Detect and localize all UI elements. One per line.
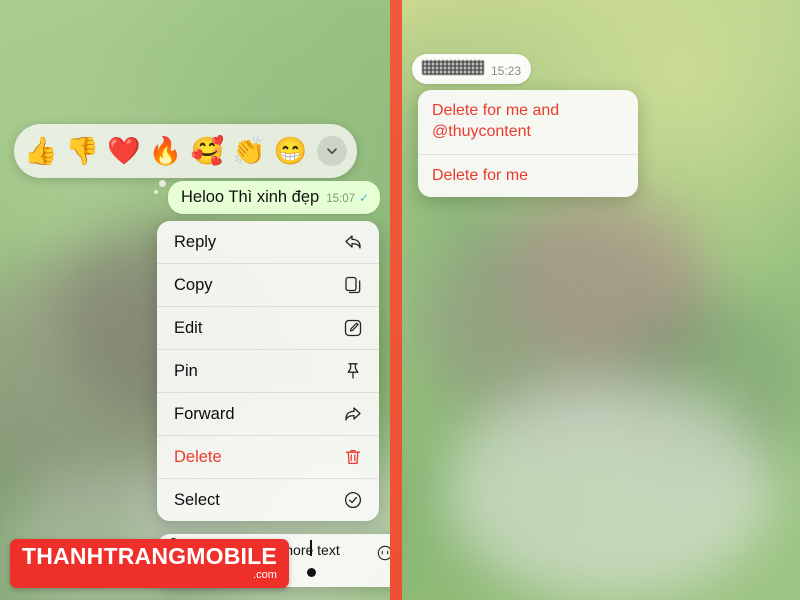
reaction-smiling-face-with-hearts-icon[interactable]: 🥰 <box>191 137 225 165</box>
context-menu-item-pin[interactable]: Pin <box>157 350 379 393</box>
watermark-logo: THANHTRANGMOBILE .com <box>10 539 289 588</box>
delete-options-menu[interactable]: Delete for me and @thuycontent Delete fo… <box>418 90 638 198</box>
message-read-check-icon: ✓ <box>359 191 370 205</box>
context-menu-label-edit: Edit <box>174 318 203 337</box>
reply-icon <box>342 231 364 253</box>
blurred-message-text <box>422 60 484 75</box>
check-circle-icon <box>342 489 364 511</box>
context-menu-item-edit[interactable]: Edit <box>157 307 379 350</box>
context-menu-label-select: Select <box>174 490 220 509</box>
selection-caret[interactable] <box>310 540 312 556</box>
right-message-timestamp: 15:23 <box>491 64 522 78</box>
watermark-main-text: THANHTRANGMOBILE <box>22 543 277 569</box>
bubble-tail-dot-small <box>154 190 158 194</box>
context-menu-label-delete: Delete <box>174 447 222 466</box>
right-phone-panel: 15:23 Delete for me and @thuycontent Del… <box>402 0 800 600</box>
reaction-clapping-hands-icon[interactable]: 👏 <box>232 137 266 165</box>
message-text: Heloo Thì xinh đẹp <box>181 188 320 206</box>
context-menu-label-reply: Reply <box>174 232 217 251</box>
delete-for-me-and-user-button[interactable]: Delete for me and @thuycontent <box>418 90 638 155</box>
chevron-down-icon[interactable] <box>317 136 348 166</box>
screenshot-root: 👍 👎 ❤️ 🔥 🥰 👏 😁 Heloo Thì xinh đẹp 15:07 … <box>0 0 800 600</box>
forward-icon <box>342 403 364 425</box>
bubble-tail-dot-large <box>159 180 166 187</box>
right-message-bubble[interactable]: 15:23 <box>412 54 532 84</box>
reaction-red-heart-icon[interactable]: ❤️ <box>107 137 141 165</box>
context-menu-label-copy: Copy <box>174 275 213 294</box>
watermark-sub-text: .com <box>253 569 277 581</box>
reactions-bar[interactable]: 👍 👎 ❤️ 🔥 🥰 👏 😁 <box>14 124 358 178</box>
context-menu-item-delete[interactable]: Delete <box>157 436 379 479</box>
context-menu-item-reply[interactable]: Reply <box>157 221 379 264</box>
message-timestamp: 15:07 <box>326 193 355 205</box>
selection-handle-end[interactable] <box>307 568 316 577</box>
reaction-grinning-face-icon[interactable]: 😁 <box>274 137 308 165</box>
context-menu-label-pin: Pin <box>174 361 198 380</box>
reaction-fire-icon[interactable]: 🔥 <box>149 137 183 165</box>
pin-icon <box>342 360 364 382</box>
message-context-menu[interactable]: Reply Copy Edit Pin Forward Delete Selec… <box>157 221 379 521</box>
panel-divider <box>390 0 402 600</box>
reaction-thumbs-down-icon[interactable]: 👎 <box>66 137 100 165</box>
context-menu-item-select[interactable]: Select <box>157 479 379 521</box>
context-menu-label-forward: Forward <box>174 404 235 423</box>
context-menu-item-forward[interactable]: Forward <box>157 393 379 436</box>
edit-icon <box>342 317 364 339</box>
copy-icon <box>342 274 364 296</box>
selected-message-bubble[interactable]: Heloo Thì xinh đẹp 15:07 ✓ <box>168 181 381 214</box>
reaction-thumbs-up-icon[interactable]: 👍 <box>24 137 58 165</box>
right-background-blur-3 <box>442 380 772 600</box>
trash-icon <box>342 446 364 468</box>
context-menu-item-copy[interactable]: Copy <box>157 264 379 307</box>
delete-for-me-button[interactable]: Delete for me <box>418 155 638 198</box>
